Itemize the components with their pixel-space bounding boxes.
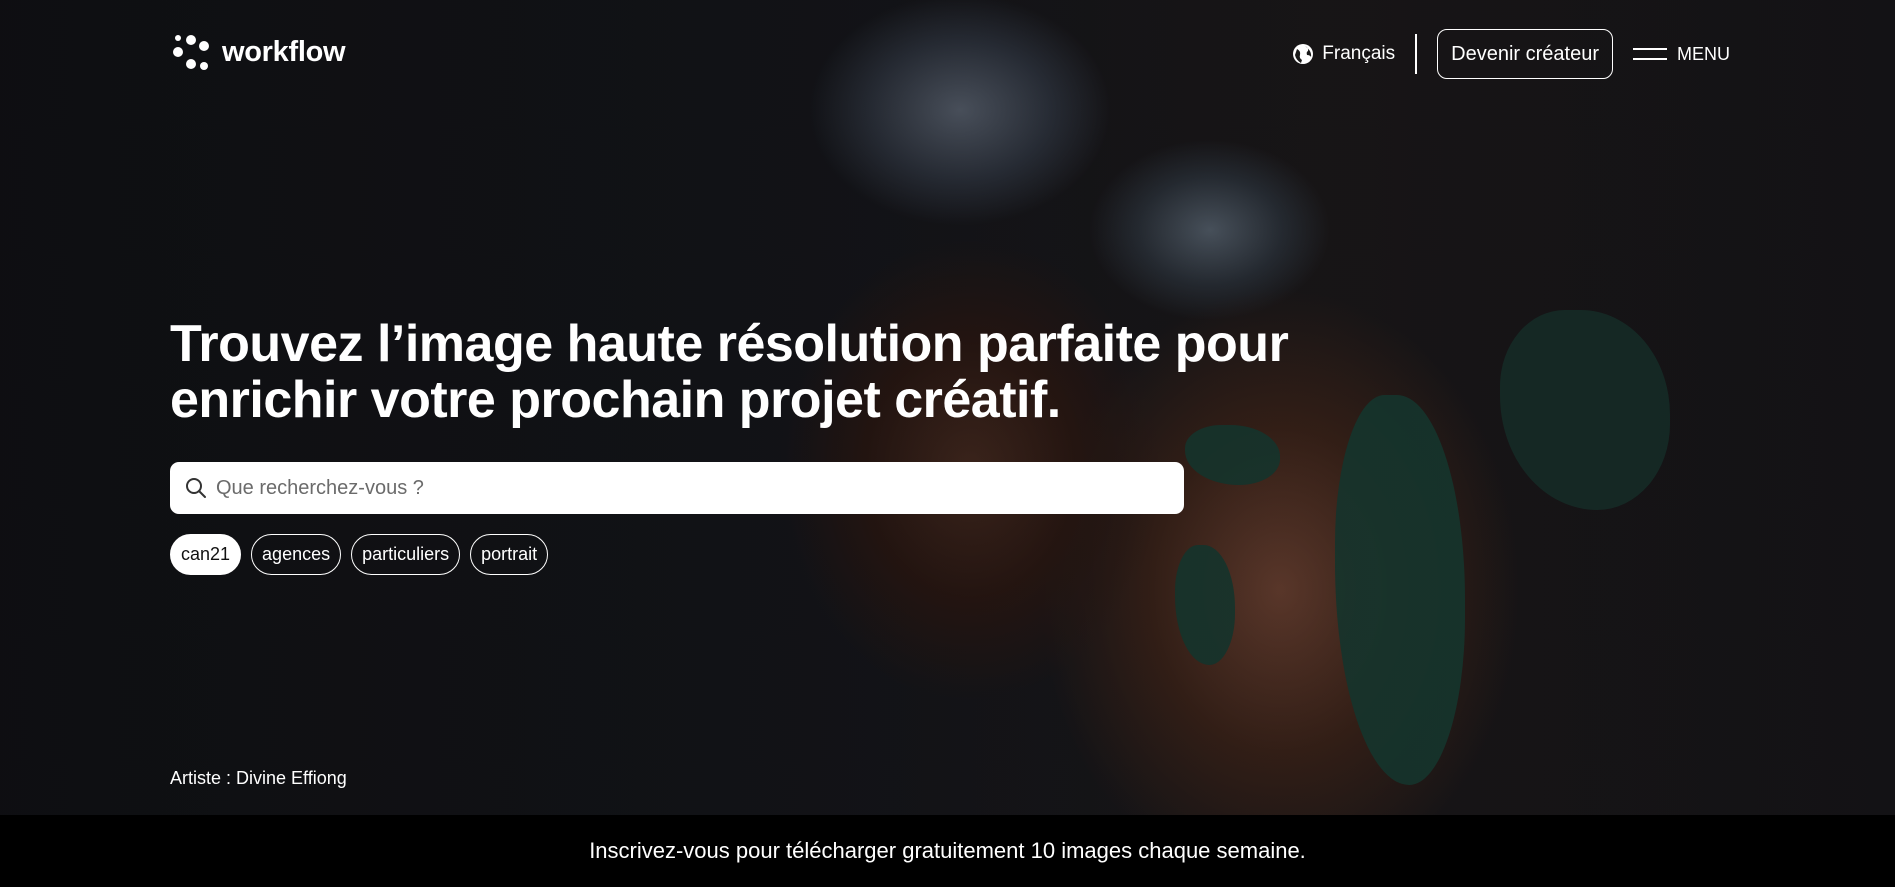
search-input[interactable] (216, 476, 1156, 500)
globe-icon (1293, 44, 1314, 64)
brand-logo[interactable]: workflow (170, 32, 346, 72)
become-creator-button[interactable]: Devenir créateur (1437, 29, 1613, 79)
hamburger-icon (1633, 48, 1667, 60)
menu-label: MENU (1677, 43, 1730, 64)
search-bar[interactable] (170, 462, 1184, 514)
search-icon (186, 478, 206, 498)
top-navigation: Français Devenir créateur MENU (1292, 29, 1730, 79)
signup-banner[interactable]: Inscrivez-vous pour télécharger gratuite… (0, 815, 1895, 887)
brand-name: workflow (222, 35, 346, 68)
artist-credit[interactable]: Artiste : Divine Effiong (170, 768, 347, 789)
signup-banner-text: Inscrivez-vous pour télécharger gratuite… (589, 838, 1306, 863)
tag-particuliers[interactable]: particuliers (351, 534, 461, 575)
tag-agences[interactable]: agences (251, 534, 342, 575)
workflow-logo-icon (173, 35, 209, 70)
suggested-tags: can21 agences particuliers portrait (170, 534, 549, 575)
language-label: Français (1322, 43, 1396, 64)
hero-headline: Trouvez l’image haute résolution parfait… (170, 315, 1289, 429)
tag-can21[interactable]: can21 (170, 534, 242, 575)
menu-button[interactable]: MENU (1633, 44, 1730, 65)
tag-portrait[interactable]: portrait (470, 534, 549, 575)
language-selector[interactable]: Français (1292, 34, 1418, 74)
